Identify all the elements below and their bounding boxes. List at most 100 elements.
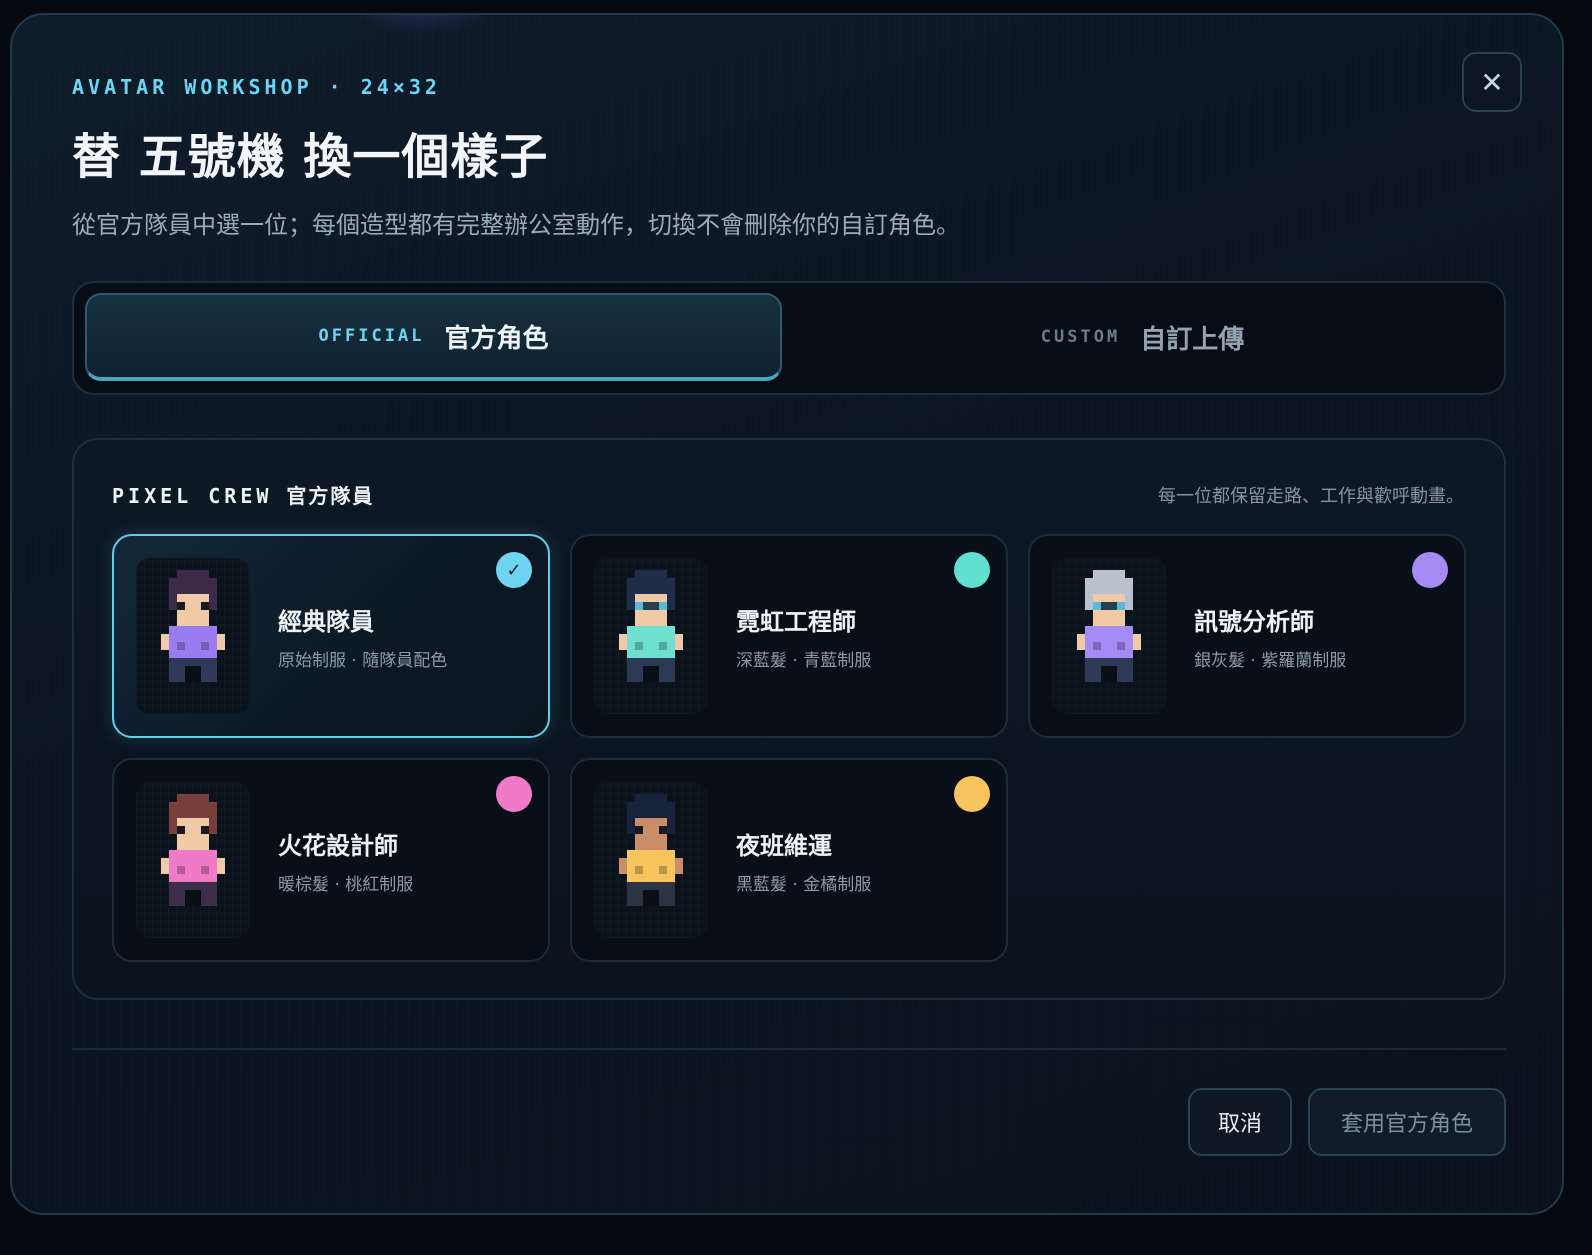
sprite-button xyxy=(659,866,667,874)
sprite-button xyxy=(201,866,209,874)
crew-title-label: 官方隊員 xyxy=(286,484,375,508)
sprite-hair xyxy=(1085,578,1133,594)
close-button[interactable]: ✕ xyxy=(1462,52,1522,112)
sprite-leg xyxy=(627,666,643,682)
sprite-hand xyxy=(675,858,683,874)
tab-custom-code: CUSTOM xyxy=(1040,327,1121,347)
avatar-sprite xyxy=(136,558,250,714)
tab-official[interactable]: OFFICIAL 官方角色 xyxy=(85,293,782,381)
crew-card[interactable]: 訊號分析師 銀灰髮 · 紫羅蘭制服 xyxy=(1028,534,1466,738)
sprite-hair xyxy=(667,818,675,834)
sprite-hand xyxy=(619,634,627,650)
sprite-visor xyxy=(1109,602,1117,610)
sprite-leg xyxy=(201,890,217,906)
selected-check-icon: ✓ xyxy=(496,552,532,588)
crew-panel-title: PIXEL CREW 官方隊員 xyxy=(112,480,374,509)
crew-card-name: 夜班維運 xyxy=(736,832,832,860)
crew-panel: PIXEL CREW 官方隊員 每一位都保留走路、工作與歡呼動畫。 經典隊員 原始… xyxy=(72,438,1506,1000)
avatar-sprite xyxy=(594,782,708,938)
tab-custom-label: 自訂上傳 xyxy=(1140,324,1245,355)
avatar-sprite xyxy=(594,558,708,714)
crew-card-name: 霓虹工程師 xyxy=(736,608,856,636)
sprite-hair xyxy=(627,818,635,834)
color-swatch xyxy=(1412,552,1448,588)
crew-card[interactable]: 霓虹工程師深藍髮 · 青藍制服 xyxy=(570,534,1008,738)
sprite-shirt xyxy=(1085,626,1133,658)
sprite-gap xyxy=(643,890,659,906)
sprite-leg xyxy=(627,890,643,906)
sprite-hair xyxy=(169,802,217,818)
close-icon: ✕ xyxy=(1480,65,1504,99)
sprite-eye xyxy=(659,826,667,834)
sprite-shirt xyxy=(627,850,675,882)
crew-card-desc: 深藍髮 · 青藍制服 xyxy=(736,651,872,671)
sprite-eye xyxy=(201,826,209,834)
sprite-hair xyxy=(627,802,675,818)
sprite-hair xyxy=(635,570,667,578)
color-swatch xyxy=(954,552,990,588)
sprite-leg xyxy=(1085,666,1101,682)
sprite-leg xyxy=(1117,666,1133,682)
crew-card[interactable]: 經典隊員 原始制服 · 隨隊員配色 ✓ xyxy=(112,534,550,738)
sprite-hand xyxy=(217,634,225,650)
cancel-button[interactable]: 取消 xyxy=(1188,1088,1292,1156)
sprite-pants xyxy=(627,882,675,890)
tab-custom[interactable]: CUSTOM 自訂上傳 xyxy=(794,293,1491,381)
sprite-eye xyxy=(177,602,185,610)
sprite-hair xyxy=(1085,594,1093,610)
avatar-sprite xyxy=(136,782,250,938)
crew-card-desc: 黑藍髮 · 金橘制服 xyxy=(736,875,872,895)
sprite-pants xyxy=(627,658,675,666)
sprite-hand xyxy=(161,858,169,874)
sprite-hair xyxy=(169,594,177,610)
sprite-button xyxy=(177,866,185,874)
sprite-gap xyxy=(1101,666,1117,682)
sprite-hair xyxy=(667,594,675,610)
sprite-leg xyxy=(169,890,185,906)
sprite-gap xyxy=(185,890,201,906)
sprite-hair xyxy=(177,570,209,578)
tab-official-code: OFFICIAL xyxy=(318,326,425,346)
crew-card-name: 訊號分析師 xyxy=(1194,608,1314,636)
sprite-hair xyxy=(627,578,675,594)
crew-card-desc: 暖棕髮 · 桃紅制服 xyxy=(278,875,414,895)
sprite-visor xyxy=(1101,602,1109,610)
avatar-source-tabs: OFFICIAL 官方角色 CUSTOM 自訂上傳 xyxy=(72,281,1506,395)
sprite-hair xyxy=(627,594,635,610)
sprite-shirt xyxy=(169,626,217,658)
footer-divider xyxy=(72,1048,1506,1050)
crew-card[interactable]: 夜班維運黑藍髮 · 金橘制服 xyxy=(570,758,1008,962)
sprite-gap xyxy=(185,666,201,682)
sprite-hair xyxy=(1093,570,1125,578)
sprite-leg xyxy=(659,666,675,682)
apply-official-button[interactable]: 套用官方角色 xyxy=(1308,1088,1506,1156)
sprite-hand xyxy=(675,634,683,650)
sprite-button xyxy=(635,866,643,874)
color-swatch xyxy=(496,776,532,812)
avatar-workshop-dialog: AVATAR WORKSHOP · 24×32 替 五號機 換一個樣子 從官方隊… xyxy=(10,13,1564,1215)
sprite-button xyxy=(1117,642,1125,650)
crew-card-name: 經典隊員 xyxy=(278,608,374,636)
sprite-visor xyxy=(643,602,651,610)
sprite-leg xyxy=(169,666,185,682)
sprite-button xyxy=(635,642,643,650)
sprite-button xyxy=(177,642,185,650)
crew-card-name: 火花設計師 xyxy=(278,832,398,860)
sprite-shirt xyxy=(627,626,675,658)
eyebrow-label: AVATAR WORKSHOP · 24×32 xyxy=(72,75,441,99)
sprite-visor xyxy=(651,602,659,610)
sprite-hair xyxy=(177,794,209,802)
sprite-hair xyxy=(169,578,217,594)
sprite-hand xyxy=(619,858,627,874)
sprite-eye xyxy=(201,602,209,610)
sprite-hair xyxy=(209,594,217,610)
sprite-pants xyxy=(169,658,217,666)
crew-card[interactable]: 火花設計師暖棕髮 · 桃紅制服 xyxy=(112,758,550,962)
sprite-shirt xyxy=(169,850,217,882)
glow-decoration xyxy=(342,15,502,35)
dialog-subtitle: 從官方隊員中選一位；每個造型都有完整辦公室動作，切換不會刪除你的自訂角色。 xyxy=(72,211,960,239)
sprite-eye xyxy=(635,826,643,834)
sprite-eye xyxy=(177,826,185,834)
sprite-button xyxy=(1093,642,1101,650)
sprite-hand xyxy=(217,858,225,874)
